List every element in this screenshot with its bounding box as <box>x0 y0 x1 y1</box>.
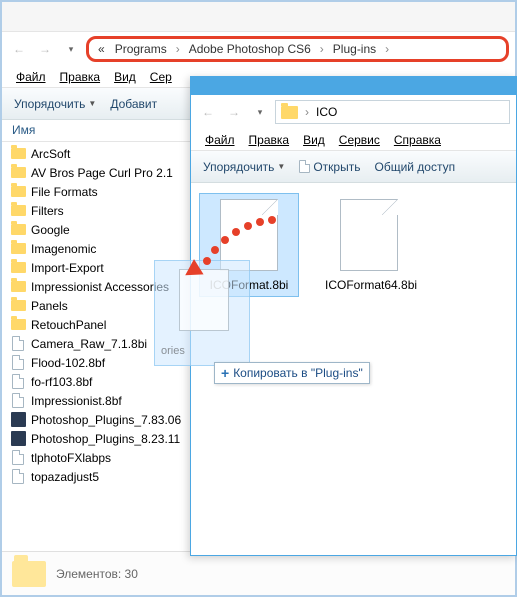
file-icon <box>299 160 310 173</box>
status-text: Элементов: 30 <box>56 567 138 581</box>
file-label: ICOFormat64.8bi <box>323 277 415 293</box>
item-label: Impressionist Accessories <box>31 280 169 294</box>
file-icon <box>10 355 26 371</box>
breadcrumb-bar[interactable]: « Programs › Adobe Photoshop CS6 › Plug-… <box>86 36 509 62</box>
menu-edit[interactable]: Правка <box>54 68 107 86</box>
folder-icon <box>281 106 298 119</box>
file-icon <box>340 199 398 271</box>
folder-icon <box>10 260 26 276</box>
drop-tooltip: + Копировать в "Plug-ins" <box>214 362 370 384</box>
organize-button[interactable]: Упорядочить▼ <box>8 93 102 115</box>
chevron-right-icon: › <box>174 42 182 56</box>
breadcrumb-item[interactable]: Programs <box>112 40 170 58</box>
menu-service[interactable]: Сервис <box>333 131 386 149</box>
item-label: RetouchPanel <box>31 318 106 332</box>
breadcrumb-item[interactable]: ICO <box>316 105 337 119</box>
menu-file[interactable]: Файл <box>10 68 52 86</box>
menu-service[interactable]: Сер <box>144 68 178 86</box>
nav-back-button[interactable]: ← <box>197 101 219 123</box>
folder-icon <box>10 184 26 200</box>
item-label: Photoshop_Plugins_7.83.06 <box>31 413 181 427</box>
app-icon <box>10 431 26 447</box>
plus-icon: + <box>221 365 229 381</box>
item-label: tlphotoFXlabps <box>31 451 111 465</box>
folder-icon <box>10 165 26 181</box>
item-label: Imagenomic <box>31 242 96 256</box>
file-item[interactable]: ICOFormat.8bi <box>199 193 299 297</box>
item-label: Camera_Raw_7.1.8bi <box>31 337 147 351</box>
icon-view[interactable]: ICOFormat.8bi ICOFormat64.8bi <box>191 183 516 307</box>
folder-icon <box>10 279 26 295</box>
item-label: Panels <box>31 299 68 313</box>
file-label: ICOFormat.8bi <box>203 277 295 293</box>
toolbar: Упорядочить▼ Открыть Общий доступ <box>191 151 516 183</box>
chevron-right-icon: › <box>383 42 391 56</box>
menu-view[interactable]: Вид <box>297 131 331 149</box>
breadcrumb-item[interactable]: Plug-ins <box>330 40 379 58</box>
item-label: fo-rf103.8bf <box>31 375 92 389</box>
nav-back-button[interactable]: ← <box>8 38 30 60</box>
file-icon <box>220 199 278 271</box>
folder-icon <box>10 222 26 238</box>
titlebar[interactable] <box>191 77 516 95</box>
menu-help[interactable]: Справка <box>388 131 447 149</box>
folder-icon <box>10 317 26 333</box>
file-icon <box>10 450 26 466</box>
open-button[interactable]: Открыть <box>293 156 366 178</box>
chevron-right-icon: › <box>318 42 326 56</box>
add-button[interactable]: Добавит <box>104 93 163 115</box>
folder-icon <box>10 241 26 257</box>
item-label: Photoshop_Plugins_8.23.11 <box>31 432 180 446</box>
menu-view[interactable]: Вид <box>108 68 142 86</box>
titlebar <box>2 2 515 32</box>
menu-edit[interactable]: Правка <box>243 131 296 149</box>
chevron-right-icon: › <box>303 105 311 119</box>
item-label: Import-Export <box>31 261 104 275</box>
item-label: Filters <box>31 204 64 218</box>
address-row: ← → ▾ › ICO <box>191 95 516 129</box>
breadcrumb-item[interactable]: Adobe Photoshop CS6 <box>186 40 314 58</box>
file-icon <box>10 393 26 409</box>
explorer-window-front: ← → ▾ › ICO Файл Правка Вид Сервис Справ… <box>190 76 517 556</box>
folder-icon <box>10 146 26 162</box>
organize-button[interactable]: Упорядочить▼ <box>197 156 291 178</box>
item-label: Impressionist.8bf <box>31 394 122 408</box>
nav-forward-button[interactable]: → <box>34 38 56 60</box>
file-icon <box>10 469 26 485</box>
menu-bar: Файл Правка Вид Сервис Справка <box>191 129 516 151</box>
item-label: AV Bros Page Curl Pro 2.1 <box>31 166 173 180</box>
address-row: ← → ▾ « Programs › Adobe Photoshop CS6 ›… <box>2 32 515 66</box>
status-bar: Элементов: 30 <box>2 551 515 595</box>
breadcrumb-overflow[interactable]: « <box>95 40 108 58</box>
item-label: File Formats <box>31 185 98 199</box>
menu-file[interactable]: Файл <box>199 131 241 149</box>
app-icon <box>10 412 26 428</box>
tooltip-text: Копировать в "Plug-ins" <box>233 366 363 380</box>
breadcrumb-bar[interactable]: › ICO <box>275 100 510 124</box>
file-item[interactable]: ICOFormat64.8bi <box>319 193 419 297</box>
file-icon <box>10 374 26 390</box>
folder-icon <box>10 203 26 219</box>
item-label: Flood-102.8bf <box>31 356 105 370</box>
item-label: Google <box>31 223 70 237</box>
nav-recent-dropdown[interactable]: ▾ <box>60 38 82 60</box>
folder-icon <box>12 561 46 587</box>
item-label: topazadjust5 <box>31 470 99 484</box>
nav-recent-dropdown[interactable]: ▾ <box>249 101 271 123</box>
folder-icon <box>10 298 26 314</box>
file-icon <box>10 336 26 352</box>
nav-forward-button[interactable]: → <box>223 101 245 123</box>
share-button[interactable]: Общий доступ <box>368 156 461 178</box>
item-label: ArcSoft <box>31 147 70 161</box>
